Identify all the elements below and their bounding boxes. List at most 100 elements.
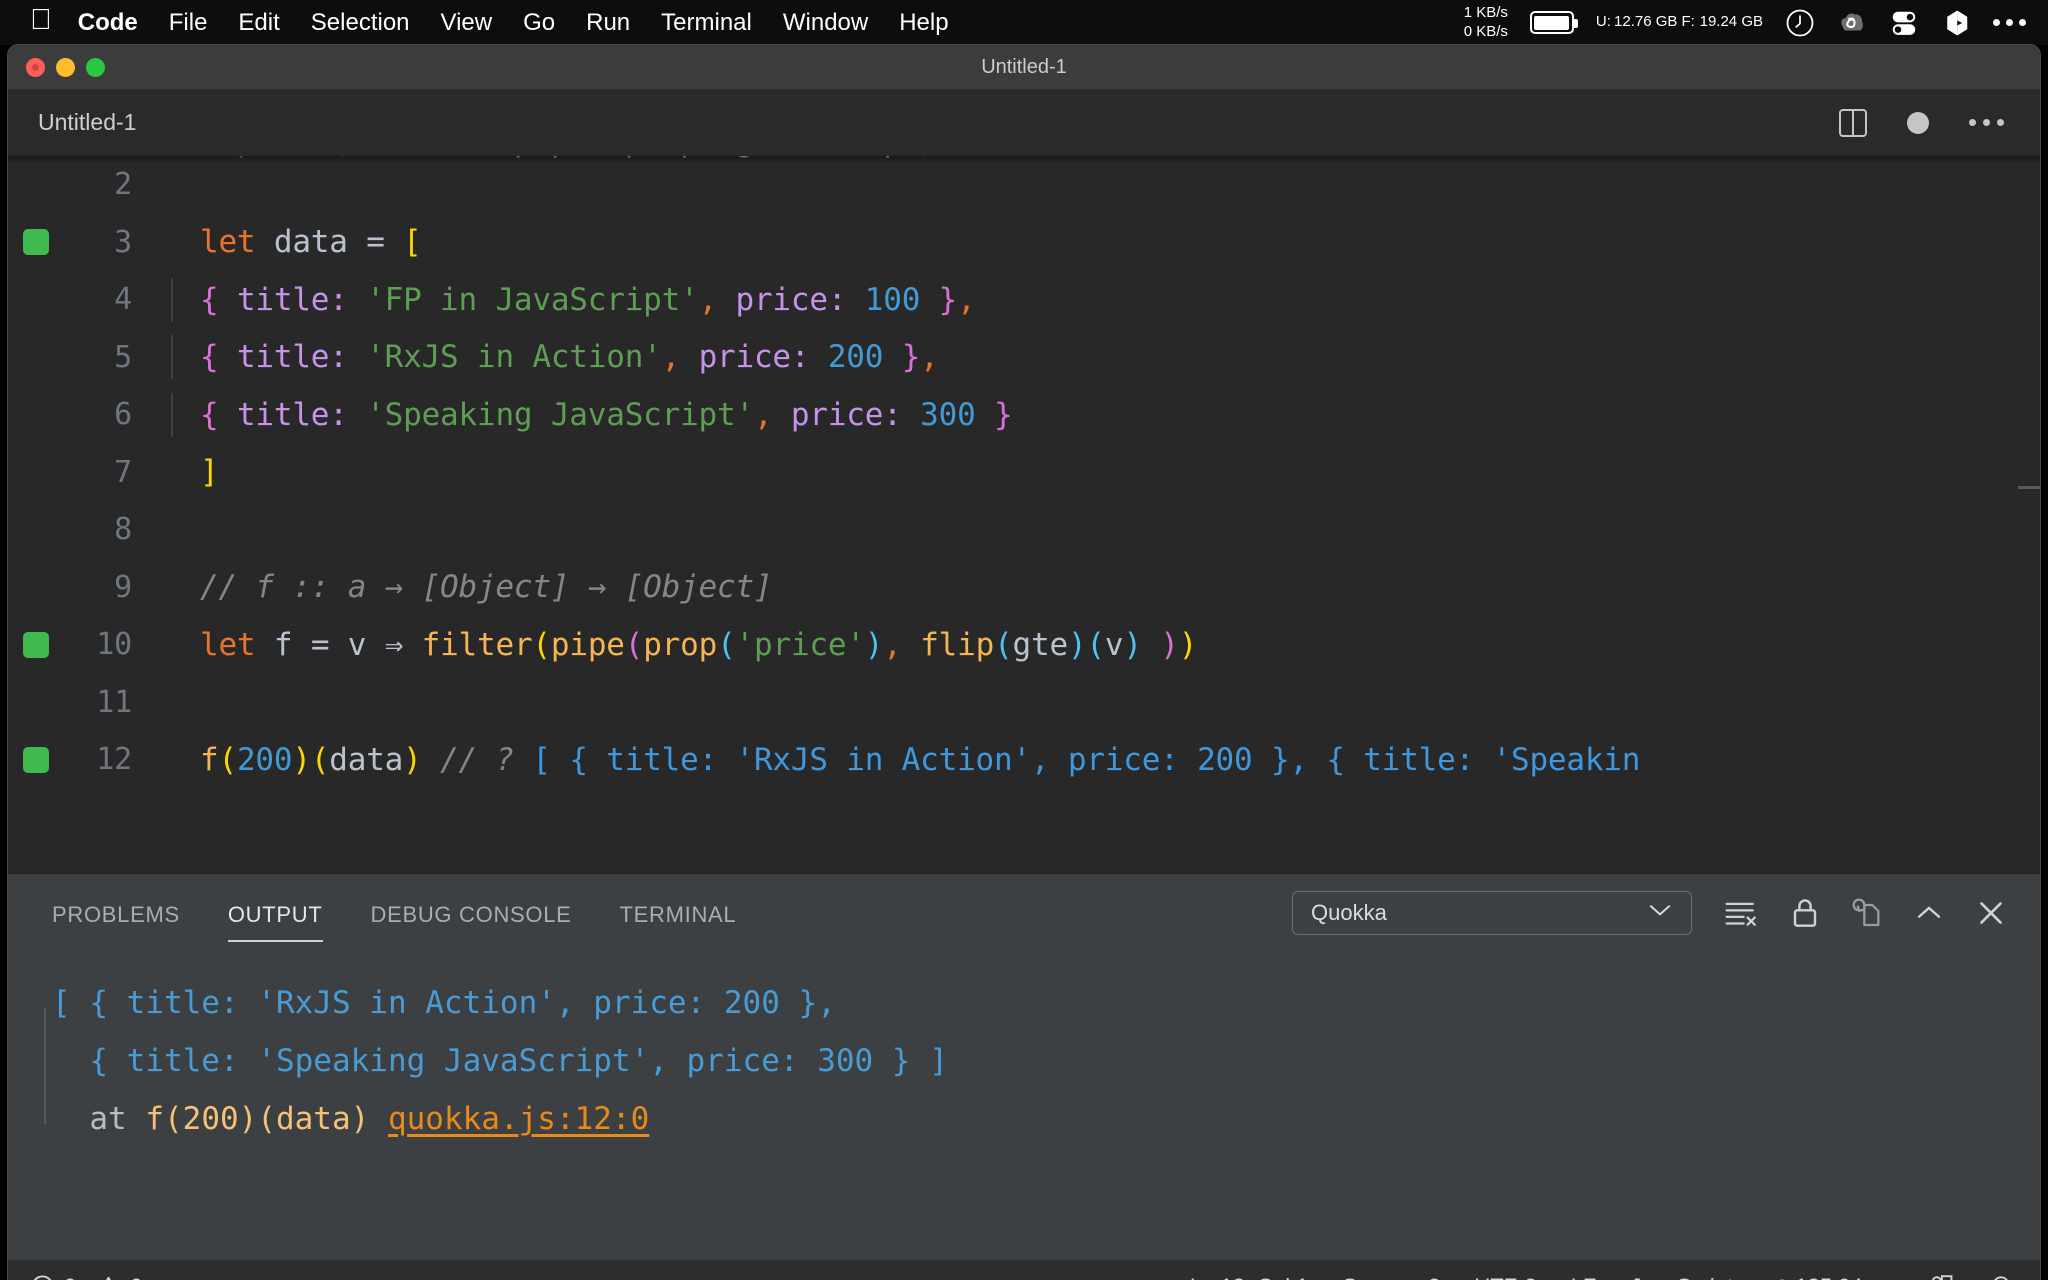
line-6-content: { title: 'Speaking JavaScript', price: 3… (154, 392, 1013, 437)
menu-code[interactable]: Code (78, 9, 138, 37)
disk-free-value: 19.24 GB (1699, 13, 1763, 31)
close-button[interactable] (26, 57, 45, 77)
lock-scrolling-icon[interactable] (1790, 897, 1820, 929)
menu-go[interactable]: Go (523, 9, 555, 37)
minimize-button[interactable] (56, 57, 75, 77)
menu-terminal[interactable]: Terminal (661, 9, 752, 37)
close-panel-icon[interactable] (1976, 898, 2006, 928)
output-panel-content[interactable]: [ { title: 'RxJS in Action', price: 200 … (8, 952, 2040, 1259)
toggles-icon[interactable] (1889, 8, 1919, 38)
tab-bar-filler (198, 90, 1839, 155)
clock-icon[interactable] (1785, 8, 1815, 38)
output-channel-select[interactable]: Quokka (1292, 891, 1692, 935)
disk-used-label: U: (1595, 13, 1611, 31)
output-source-link[interactable]: quokka.js:12:0 (388, 1101, 649, 1137)
quokka-live-indicator (8, 229, 64, 256)
panel-tab-output[interactable]: OUTPUT (227, 874, 323, 952)
disk-free-label: F: (1681, 13, 1695, 31)
notifications-bell-icon[interactable] (1988, 1273, 2014, 1280)
network-speed-indicator[interactable]: 1 KB/s 0 KB/s (1464, 4, 1508, 42)
line-number: 12 (96, 742, 132, 778)
quokka-live-indicator (8, 746, 64, 773)
line-1-content: import { filter, pipe, prop, gte, flip }… (154, 156, 1179, 159)
line-number: 2 (114, 167, 132, 203)
code-line: 7 ] (8, 444, 2040, 502)
open-in-editor-icon[interactable] (1852, 897, 1882, 929)
panel-tab-terminal[interactable]: TERMINAL (620, 874, 737, 952)
line-number: 6 (114, 397, 132, 433)
maximize-panel-icon[interactable] (1914, 902, 1944, 924)
line-number: 1 (64, 156, 154, 159)
disk-free-indicator[interactable]: F: 19.24 GB (1681, 13, 1763, 32)
quokka-inline-annotation: [ { title: 'RxJS in Action', price: 200 … (532, 741, 1641, 778)
code-editor[interactable]: 1 import { filter, pipe, prop, gte, flip… (8, 156, 2040, 874)
more-actions-icon[interactable] (1969, 119, 2004, 126)
line-4-content: { title: 'FP in JavaScript', price: 100 … (154, 277, 976, 322)
status-warnings[interactable]: 0 (96, 1274, 143, 1280)
warning-count: 0 (130, 1274, 142, 1280)
split-editor-icon[interactable] (1839, 108, 1867, 137)
code-line: 12 f(200)(data) // ? [ { title: 'RxJS in… (8, 731, 2040, 789)
status-language-mode[interactable]: JavaScript (1630, 1274, 1733, 1280)
line-number: 3 (114, 224, 132, 260)
chevron-down-icon (1647, 902, 1673, 924)
panel-actions: Quokka (1292, 891, 2006, 935)
battery-icon[interactable] (1529, 11, 1578, 34)
editor-scrollbar[interactable] (2018, 486, 2040, 489)
disk-usage-indicator[interactable]: U: 12.76 GB (1596, 13, 1678, 32)
menu-edit[interactable]: Edit (238, 9, 279, 37)
error-count: 0 (64, 1274, 76, 1280)
window-title: Untitled-1 (981, 55, 1067, 78)
tab-untitled-1[interactable]: Untitled-1 (8, 90, 198, 155)
clear-output-icon[interactable] (1724, 898, 1758, 928)
menu-file[interactable]: File (169, 9, 208, 37)
menu-run[interactable]: Run (586, 9, 630, 37)
code-line: 5 { title: 'RxJS in Action', price: 200 … (8, 329, 2040, 387)
window-titlebar: Untitled-1 (8, 45, 2040, 90)
code-line: 11 (8, 674, 2040, 732)
token-let: let (200, 224, 256, 261)
menu-help[interactable]: Help (899, 9, 948, 37)
panel-tab-problems[interactable]: PROBLEMS (52, 874, 180, 952)
cloud-sync-icon[interactable] (1837, 8, 1867, 38)
status-quokka-runtime[interactable]: ✔ 185.94ms (1767, 1273, 1892, 1280)
line-number: 10 (96, 627, 132, 663)
output-line-2: { title: 'Speaking JavaScript', price: 3… (52, 1043, 948, 1079)
status-errors[interactable]: 0 (30, 1274, 76, 1280)
panel-tab-debug-console[interactable]: DEBUG CONSOLE (371, 874, 572, 952)
code-line: 2 (8, 156, 2040, 214)
line-3-content: let data = [ (200, 224, 422, 261)
warning-triangle-icon (96, 1274, 121, 1280)
line-number: 7 (114, 454, 132, 490)
status-eol[interactable]: LF (1571, 1274, 1597, 1280)
line-12-content: f(200)(data) // ? [ { title: 'RxJS in Ac… (200, 741, 1641, 778)
network-upload-speed: 1 KB/s (1463, 3, 1508, 21)
error-circle-icon (30, 1274, 55, 1280)
zoom-button[interactable] (86, 57, 105, 77)
code-line: 10 let f = v ⇒ filter(pipe(prop('price')… (8, 616, 2040, 674)
quokka-live-indicator (8, 631, 64, 658)
menu-window[interactable]: Window (783, 9, 868, 37)
status-encoding[interactable]: UTF-8 (1474, 1274, 1536, 1280)
tab-label: Untitled-1 (38, 109, 137, 135)
line-5-content: { title: 'RxJS in Action', price: 200 }, (154, 335, 939, 380)
line-number: 4 (114, 282, 132, 318)
output-at-label: at (52, 1101, 146, 1137)
menu-view[interactable]: View (441, 9, 493, 37)
output-line-1: [ { title: 'RxJS in Action', price: 200 … (52, 985, 836, 1021)
apple-logo-icon[interactable]:  (30, 5, 52, 35)
panel-header: PROBLEMS OUTPUT DEBUG CONSOLE TERMINAL Q… (8, 874, 2040, 952)
menu-bar-status-items: 1 KB/s 0 KB/s U: 12.76 GB F: 19.24 GB (1464, 4, 2026, 42)
bottom-panel: PROBLEMS OUTPUT DEBUG CONSOLE TERMINAL Q… (8, 874, 2040, 1259)
menu-selection[interactable]: Selection (311, 9, 410, 37)
control-center-icon[interactable] (1993, 19, 2026, 26)
network-download-speed: 0 KB/s (1463, 22, 1508, 40)
code-line: 6 { title: 'Speaking JavaScript', price:… (8, 386, 2040, 444)
unsaved-dot-icon[interactable] (1907, 111, 1929, 134)
feedback-icon[interactable] (1926, 1273, 1954, 1280)
vscode-window: Untitled-1 Untitled-1 1 import { filter,… (8, 45, 2040, 1280)
shield-icon[interactable] (1941, 8, 1971, 38)
status-indentation[interactable]: Spaces: 2 (1343, 1274, 1441, 1280)
status-cursor-position[interactable]: Ln 13, Col 1 (1190, 1274, 1309, 1280)
macos-menu-bar:  Code File Edit Selection View Go Run T… (0, 0, 2048, 45)
